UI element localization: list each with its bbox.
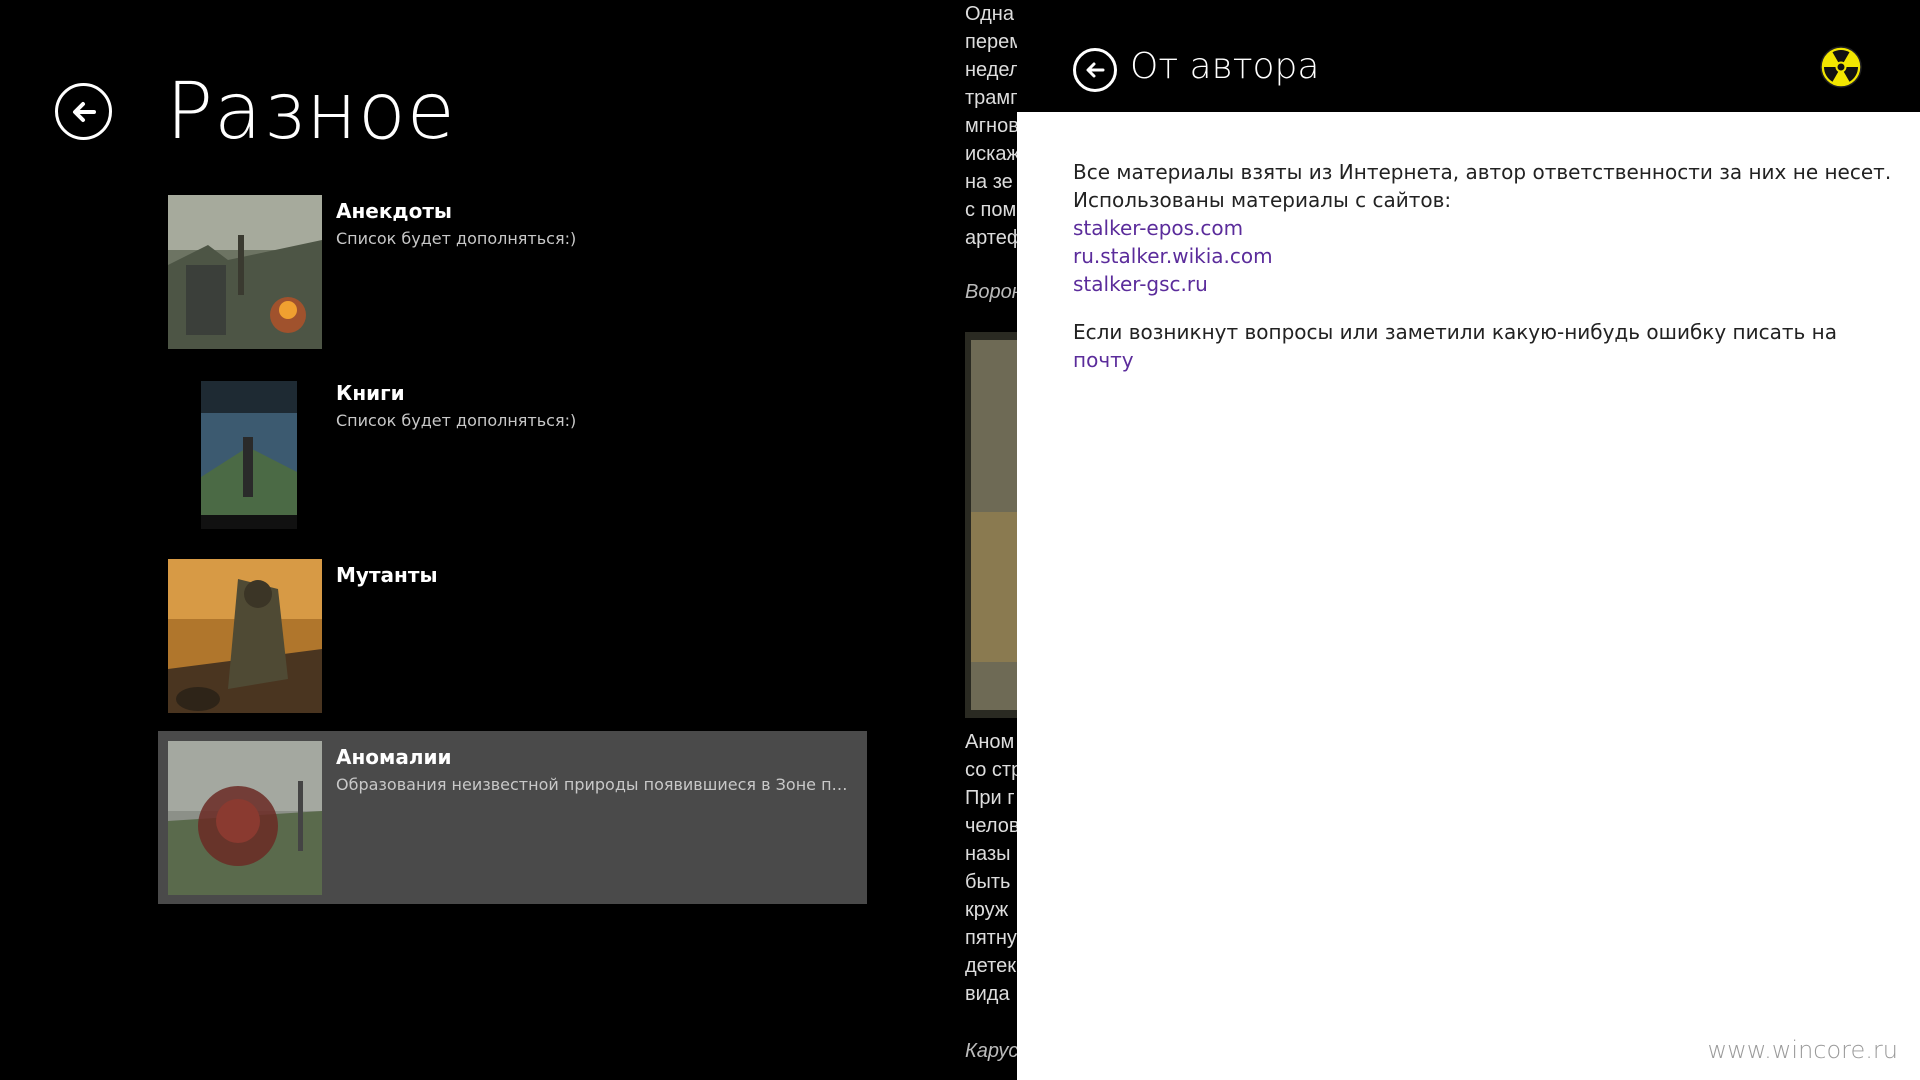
section-heading: Ворон xyxy=(965,281,1017,303)
item-subtitle: Список будет дополняться:) xyxy=(336,411,577,430)
list-item-anomalii[interactable]: Аномалии Образования неизвестной природы… xyxy=(158,731,867,904)
text-line: быть xyxy=(965,871,1011,893)
radiation-icon xyxy=(1820,46,1862,88)
watermark: www.wincore.ru xyxy=(1707,1036,1898,1064)
article-image xyxy=(965,332,1017,718)
disclaimer-text: Все материалы взяты из Интернета, автор … xyxy=(1073,160,1892,184)
email-link[interactable]: почту xyxy=(1073,348,1134,372)
link-stalker-wikia[interactable]: ru.stalker.wikia.com xyxy=(1073,242,1893,270)
text-line: детек xyxy=(965,955,1016,977)
contact-text: Если возникнут вопросы или заметили каку… xyxy=(1073,320,1838,344)
list-item-knigi[interactable]: Книги Список будет дополняться:) xyxy=(158,367,867,540)
sources-label: Использованы материалы с сайтов: xyxy=(1073,188,1452,212)
arrow-left-icon xyxy=(1086,62,1105,78)
about-flyout: От автора Все материалы взяты из Интерне… xyxy=(1017,0,1920,1080)
text-line: с пом xyxy=(965,199,1017,221)
item-title: Мутанты xyxy=(336,563,438,587)
text-line: Аном xyxy=(965,731,1015,753)
text-line: челов xyxy=(965,815,1017,837)
link-stalker-gsc[interactable]: stalker-gsc.ru xyxy=(1073,270,1893,298)
back-button[interactable] xyxy=(55,83,112,140)
campfire-scene-thumbnail xyxy=(168,195,322,349)
section-heading: Карус xyxy=(965,1040,1017,1062)
item-subtitle: Образования неизвестной природы появивши… xyxy=(336,775,856,794)
text-line: круж xyxy=(965,899,1009,921)
flyout-back-button[interactable] xyxy=(1073,48,1117,92)
item-subtitle: Список будет дополняться:) xyxy=(336,229,577,248)
text-line: мгнов xyxy=(965,115,1017,137)
list-item-anekdoty[interactable]: Анекдоты Список будет дополняться:) xyxy=(158,185,867,358)
item-title: Аномалии xyxy=(336,745,452,769)
link-stalker-epos[interactable]: stalker-epos.com xyxy=(1073,214,1893,242)
flyout-title: От автора xyxy=(1130,46,1320,87)
text-line: пятну xyxy=(965,927,1017,949)
item-title: Книги xyxy=(336,381,405,405)
text-line: трамп xyxy=(965,87,1017,109)
contact-paragraph: Если возникнут вопросы или заметили каку… xyxy=(1073,318,1893,374)
article-text-top: Одна перем недел трамп мгнов искаж на зе… xyxy=(965,0,1017,252)
text-line: со стр xyxy=(965,759,1017,781)
text-line: вида xyxy=(965,983,1010,1005)
text-line: Одна xyxy=(965,3,1014,25)
article-text-bottom: Аном со стр При г челов назы быть круж п… xyxy=(965,728,1017,1008)
text-line: назы xyxy=(965,843,1011,865)
article-preview-strip: Одна перем недел трамп мгнов искаж на зе… xyxy=(965,0,1017,1080)
book-cover-thumbnail xyxy=(168,377,322,531)
text-line: При г xyxy=(965,787,1015,809)
page-title: Разное xyxy=(166,67,456,157)
mutant-art-thumbnail xyxy=(168,559,322,713)
arrow-left-icon xyxy=(72,101,96,122)
text-line: на зе xyxy=(965,171,1013,193)
text-line: искаж xyxy=(965,143,1017,165)
text-line: артеф xyxy=(965,227,1017,249)
flyout-header: От автора xyxy=(1017,0,1920,112)
text-line: недел xyxy=(965,59,1017,81)
anomaly-thumbnail xyxy=(168,741,322,895)
list-item-mutanty[interactable]: Мутанты xyxy=(158,549,867,722)
flyout-content: Все материалы взяты из Интернета, автор … xyxy=(1073,158,1893,374)
item-title: Анекдоты xyxy=(336,199,453,223)
text-line: перем xyxy=(965,31,1017,53)
